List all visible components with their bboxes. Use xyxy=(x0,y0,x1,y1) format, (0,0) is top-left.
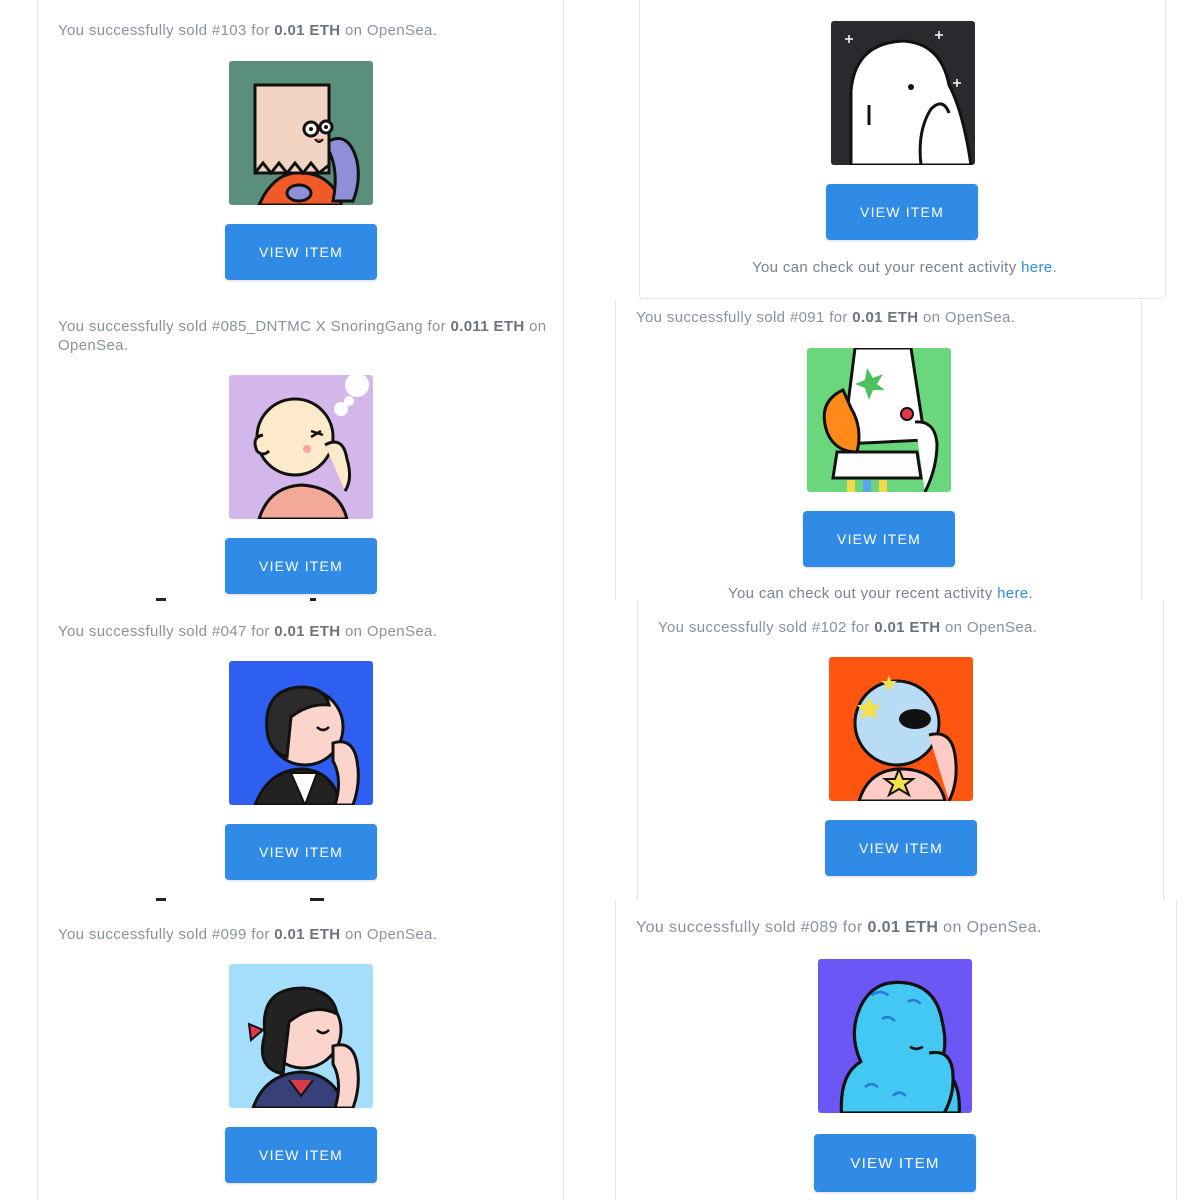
recent-activity-text: You can check out your recent activity h… xyxy=(752,259,1058,276)
view-item-button-085[interactable]: VIEW ITEM xyxy=(225,538,377,594)
view-item-label: VIEW ITEM xyxy=(259,558,343,574)
view-item-label: VIEW ITEM xyxy=(859,840,943,856)
view-item-button-103[interactable]: VIEW ITEM xyxy=(225,224,377,280)
view-item-label: VIEW ITEM xyxy=(259,1147,343,1163)
nft-image-047[interactable] xyxy=(229,661,373,805)
sale-message-099: You successfully sold #099 for 0.01 ETH … xyxy=(58,926,438,943)
email-panel-091: You successfully sold #091 for 0.01 ETH … xyxy=(615,301,1142,600)
view-item-button-089[interactable]: VIEW ITEM xyxy=(814,1134,976,1192)
view-item-label: VIEW ITEM xyxy=(860,204,944,220)
view-item-label: VIEW ITEM xyxy=(837,531,921,547)
nft-image-ghost[interactable] xyxy=(831,21,975,165)
view-item-label: VIEW ITEM xyxy=(259,244,343,260)
nft-image-102[interactable] xyxy=(829,657,973,801)
sale-message-047: You successfully sold #047 for 0.01 ETH … xyxy=(58,623,438,640)
email-panel-089: You successfully sold #089 for 0.01 ETH … xyxy=(615,900,1177,1200)
view-item-label: VIEW ITEM xyxy=(259,844,343,860)
view-item-button-102[interactable]: VIEW ITEM xyxy=(825,820,977,876)
recent-activity-link[interactable]: here xyxy=(997,585,1028,600)
crop-artifact xyxy=(310,598,316,601)
view-item-button-047[interactable]: VIEW ITEM xyxy=(225,824,377,880)
crop-artifact xyxy=(156,898,166,901)
nft-image-099[interactable] xyxy=(229,964,373,1108)
crop-artifact xyxy=(310,898,324,901)
crop-artifact xyxy=(156,598,166,601)
nft-image-085[interactable] xyxy=(229,375,373,519)
sale-message-102: You successfully sold #102 for 0.01 ETH … xyxy=(658,619,1038,636)
email-panel-top-right: VIEW ITEM You can check out your recent … xyxy=(639,0,1166,299)
sale-message-085: You successfully sold #085_DNTMC X Snori… xyxy=(58,318,547,354)
nft-image-089[interactable] xyxy=(818,959,972,1113)
nft-image-091[interactable] xyxy=(807,348,951,492)
nft-image-103[interactable] xyxy=(229,61,373,205)
recent-activity-text: You can check out your recent activity h… xyxy=(728,585,1034,600)
view-item-button-091[interactable]: VIEW ITEM xyxy=(803,511,955,567)
sale-message-103: You successfully sold #103 for 0.01 ETH … xyxy=(58,22,438,39)
sale-message-089: You successfully sold #089 for 0.01 ETH … xyxy=(636,919,1042,936)
email-panel-102: You successfully sold #102 for 0.01 ETH … xyxy=(637,600,1164,900)
sale-message-091: You successfully sold #091 for 0.01 ETH … xyxy=(636,309,1016,326)
view-item-button-ghost[interactable]: VIEW ITEM xyxy=(826,184,978,240)
view-item-button-099[interactable]: VIEW ITEM xyxy=(225,1127,377,1183)
view-item-label: VIEW ITEM xyxy=(850,1154,940,1172)
recent-activity-link[interactable]: here xyxy=(1021,259,1052,276)
left-email-column: You successfully sold #103 for 0.01 ETH … xyxy=(37,0,564,1200)
